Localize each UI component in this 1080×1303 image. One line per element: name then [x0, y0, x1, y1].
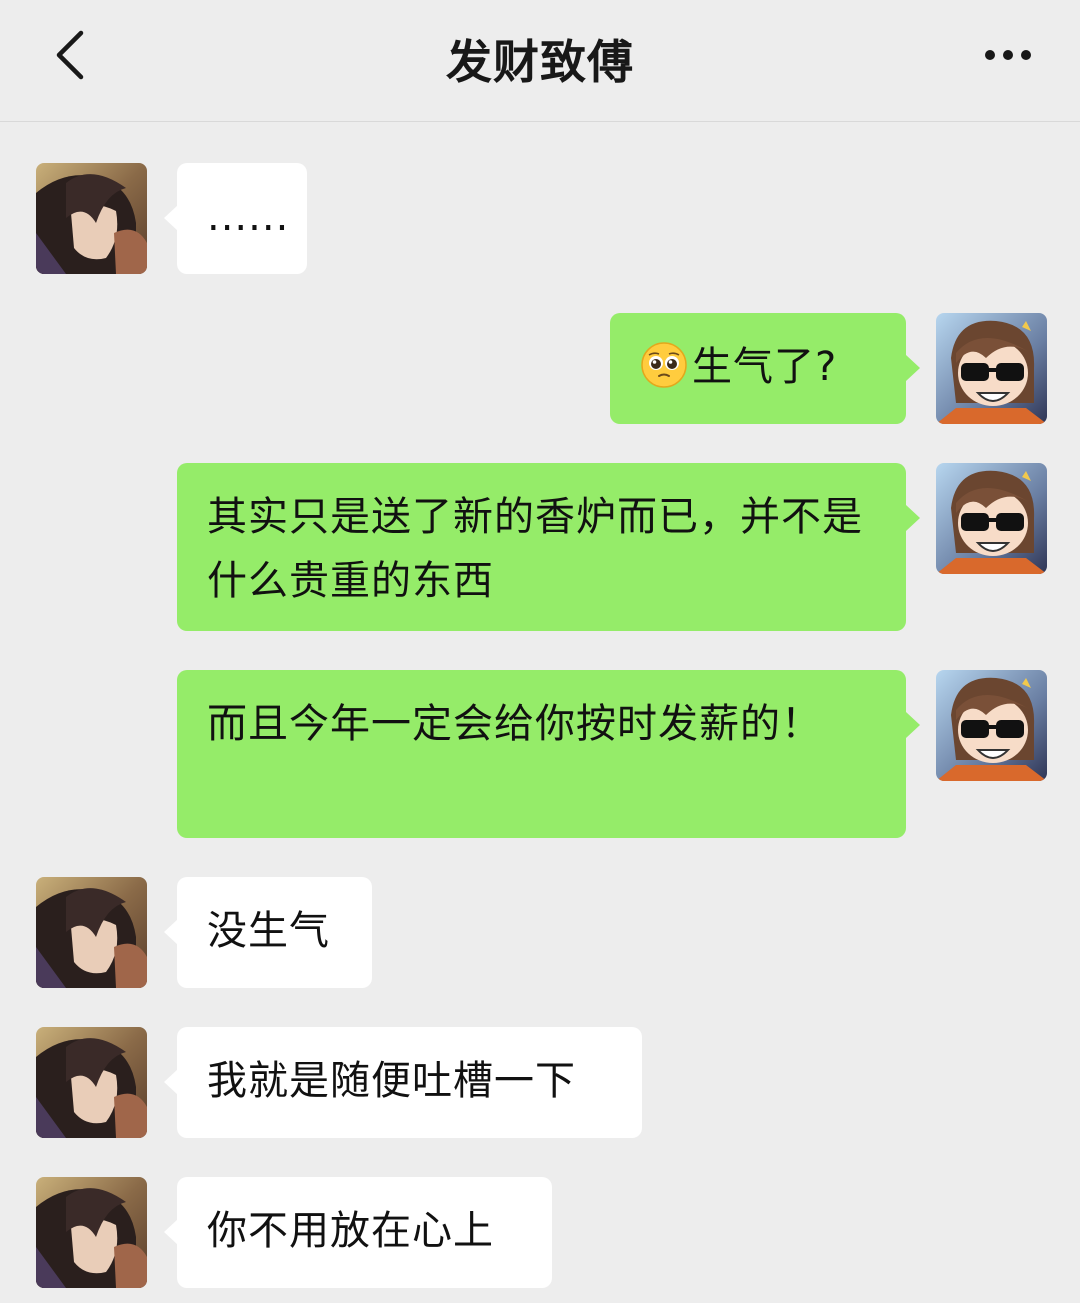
- message-bubble-outgoing[interactable]: 生气了?: [610, 313, 906, 424]
- chat-title: 发财致傅: [446, 35, 634, 89]
- self-avatar[interactable]: [936, 670, 1047, 781]
- more-dots-icon: [985, 50, 995, 60]
- message-text: 我就是随便吐槽一下: [207, 1058, 576, 1104]
- message-bubble-outgoing[interactable]: 其实只是送了新的香炉而已，并不是什么贵重的东西: [177, 463, 906, 631]
- message-text: 而且今年一定会给你按时发薪的！: [207, 701, 822, 747]
- message-text: 没生气: [207, 908, 330, 954]
- message-text: 生气了?: [692, 344, 838, 390]
- message-text: 其实只是送了新的香炉而已，并不是什么贵重的东西: [207, 494, 863, 604]
- contact-avatar[interactable]: [36, 163, 147, 274]
- self-avatar[interactable]: [936, 463, 1047, 574]
- self-avatar[interactable]: [936, 313, 1047, 424]
- more-options-button[interactable]: [970, 30, 1046, 80]
- contact-avatar[interactable]: [36, 1027, 147, 1138]
- message-bubble-outgoing[interactable]: 而且今年一定会给你按时发薪的！: [177, 670, 906, 838]
- contact-avatar[interactable]: [36, 877, 147, 988]
- message-bubble-incoming[interactable]: ......: [177, 163, 307, 274]
- message-bubble-incoming[interactable]: 没生气: [177, 877, 372, 988]
- chat-header: 发财致傅: [0, 0, 1080, 122]
- message-text: 你不用放在心上: [207, 1208, 494, 1254]
- pleading-face-emoji: [641, 342, 687, 388]
- message-bubble-incoming[interactable]: 我就是随便吐槽一下: [177, 1027, 642, 1138]
- message-text: ......: [207, 194, 290, 240]
- message-bubble-incoming[interactable]: 你不用放在心上: [177, 1177, 552, 1288]
- contact-avatar[interactable]: [36, 1177, 147, 1288]
